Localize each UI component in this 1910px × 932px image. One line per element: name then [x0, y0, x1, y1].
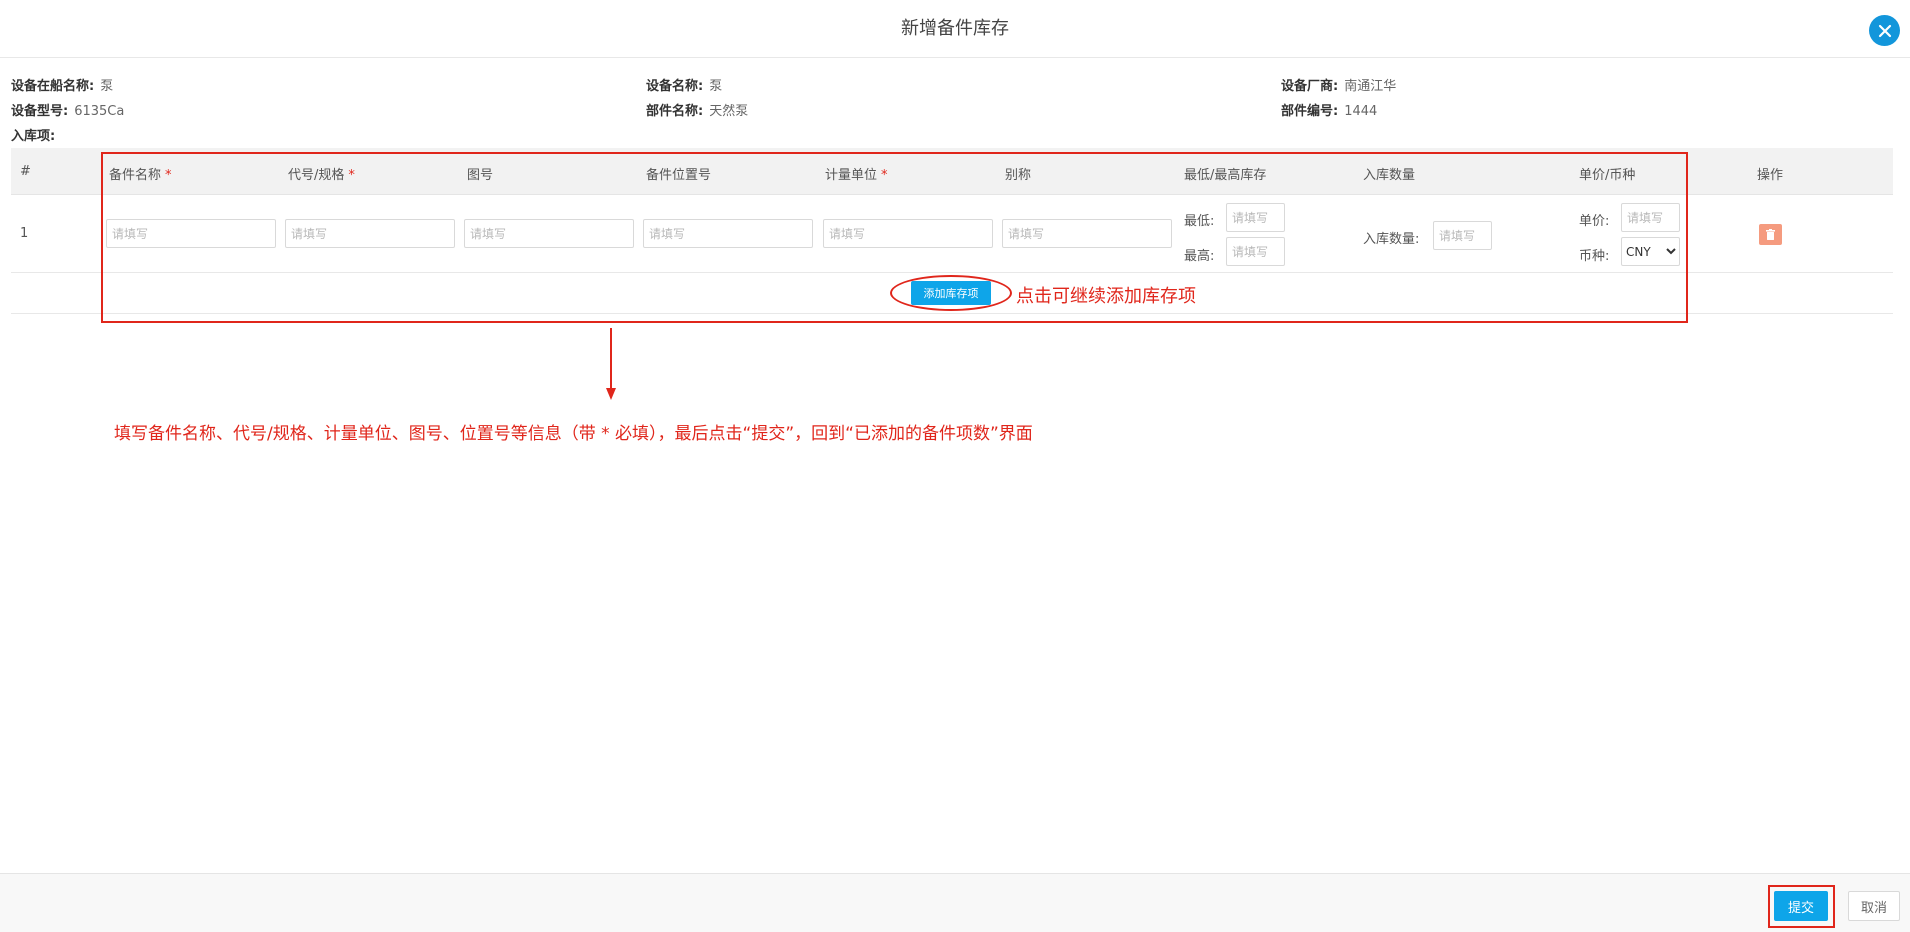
- add-hint-text: 点击可继续添加库存项: [1016, 286, 1196, 307]
- col-index: #: [20, 164, 31, 179]
- device-name-value: 泵: [709, 79, 723, 94]
- vendor-info: 设备厂商: 南通江华: [1281, 75, 1396, 94]
- ship-name-info: 设备在船名称: 泵: [11, 75, 113, 94]
- trash-icon: [1766, 229, 1775, 240]
- stock-items-info: 入库项:: [11, 125, 55, 144]
- dialog-footer: [0, 873, 1910, 932]
- device-name-info: 设备名称: 泵: [646, 75, 722, 94]
- arrow-down-icon: [606, 328, 616, 400]
- close-icon: [1878, 24, 1891, 37]
- model-info: 设备型号: 6135Ca: [11, 100, 124, 119]
- part-name-info: 部件名称: 天然泵: [646, 100, 748, 119]
- dialog-header: 新增备件库存: [0, 0, 1910, 58]
- row-index: 1: [20, 226, 29, 241]
- part-name-value: 天然泵: [709, 104, 749, 119]
- part-no-info: 部件编号: 1444: [1281, 100, 1377, 119]
- submit-button[interactable]: 提交: [1774, 891, 1828, 921]
- stock-items-label: 入库项:: [11, 129, 56, 144]
- model-value: 6135Ca: [74, 104, 125, 119]
- model-label: 设备型号:: [11, 104, 69, 119]
- ship-name-value: 泵: [100, 79, 114, 94]
- dialog-title: 新增备件库存: [901, 18, 1009, 39]
- vendor-value: 南通江华: [1344, 79, 1397, 94]
- device-name-label: 设备名称:: [646, 79, 704, 94]
- part-no-value: 1444: [1344, 104, 1378, 119]
- col-actions: 操作: [1757, 168, 1784, 183]
- cancel-button[interactable]: 取消: [1848, 891, 1900, 921]
- part-no-label: 部件编号:: [1281, 104, 1339, 119]
- close-button[interactable]: [1869, 15, 1900, 46]
- add-button-highlight-ellipse: [890, 275, 1012, 311]
- delete-row-button[interactable]: [1759, 224, 1782, 245]
- part-name-label: 部件名称:: [646, 104, 704, 119]
- ship-name-label: 设备在船名称:: [11, 79, 95, 94]
- vendor-label: 设备厂商:: [1281, 79, 1339, 94]
- main-hint-text: 填写备件名称、代号/规格、计量单位、图号、位置号等信息（带 * 必填），最后点击…: [114, 424, 1033, 444]
